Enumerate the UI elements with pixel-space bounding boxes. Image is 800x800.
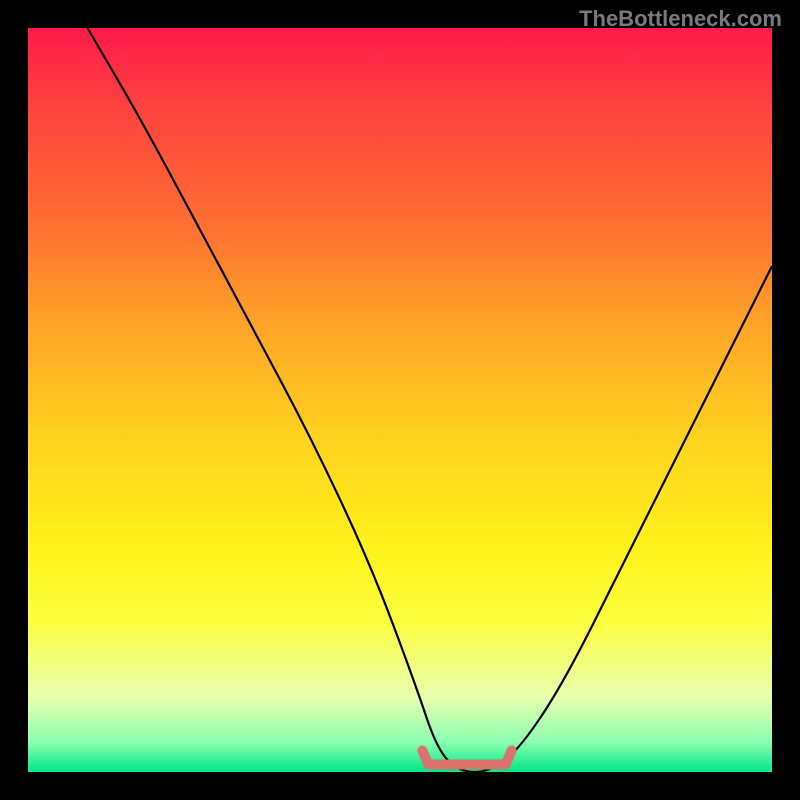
chart-plot-area	[28, 28, 772, 772]
watermark-text: TheBottleneck.com	[579, 6, 782, 32]
optimal-zone-marker	[422, 751, 511, 765]
chart-svg	[28, 28, 772, 772]
bottleneck-curve	[88, 28, 772, 772]
